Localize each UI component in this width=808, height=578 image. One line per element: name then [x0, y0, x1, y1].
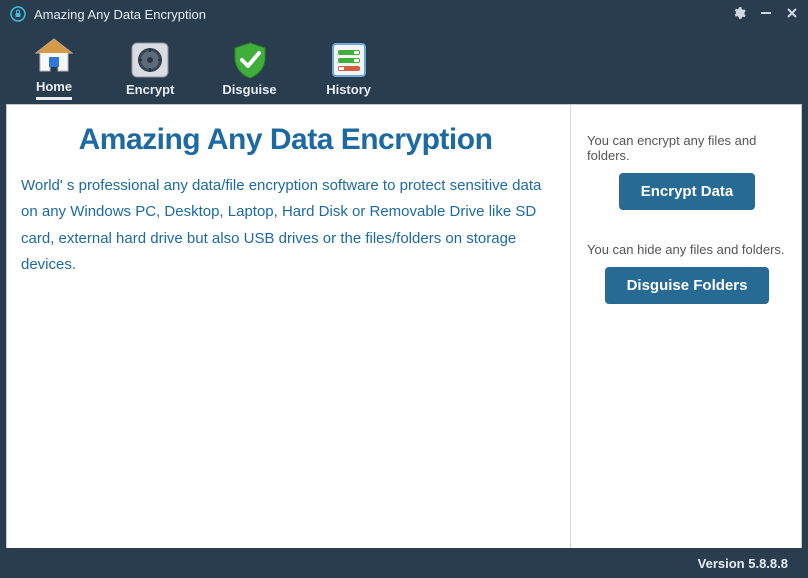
main-toolbar: Home Encrypt: [0, 28, 808, 104]
vault-dial-icon: [126, 40, 174, 80]
encrypt-hint: You can encrypt any files and folders.: [587, 133, 787, 163]
list-toggles-icon: [325, 40, 373, 80]
nav-home[interactable]: Home: [30, 37, 78, 100]
app-lock-icon: [10, 6, 26, 22]
side-panel: You can encrypt any files and folders. E…: [571, 105, 801, 548]
content-area: Amazing Any Data Encryption World' s pro…: [6, 104, 802, 548]
disguise-folders-button[interactable]: Disguise Folders: [605, 267, 770, 304]
disguise-hint: You can hide any files and folders.: [587, 242, 785, 257]
statusbar: Version 5.8.8.8: [0, 548, 808, 578]
nav-encrypt[interactable]: Encrypt: [126, 40, 174, 100]
page-description: World' s professional any data/file encr…: [21, 173, 550, 278]
page-title: Amazing Any Data Encryption: [21, 123, 550, 157]
shield-icon: [226, 40, 274, 80]
app-window: Amazing Any Data Encryption Ho: [0, 0, 808, 578]
encrypt-data-button[interactable]: Encrypt Data: [619, 173, 756, 210]
window-title: Amazing Any Data Encryption: [34, 7, 206, 22]
main-panel: Amazing Any Data Encryption World' s pro…: [7, 105, 571, 548]
nav-label: History: [326, 82, 371, 100]
nav-label: Disguise: [222, 82, 276, 100]
nav-label: Encrypt: [126, 82, 174, 100]
nav-history[interactable]: History: [325, 40, 373, 100]
nav-disguise[interactable]: Disguise: [222, 40, 276, 100]
titlebar: Amazing Any Data Encryption: [0, 0, 808, 28]
version-label: Version 5.8.8.8: [698, 556, 788, 571]
minimize-icon[interactable]: [760, 7, 772, 21]
home-icon: [30, 37, 78, 77]
window-controls: [732, 6, 798, 22]
close-icon[interactable]: [786, 7, 798, 21]
settings-gear-icon[interactable]: [732, 6, 746, 22]
nav-label: Home: [36, 79, 72, 100]
